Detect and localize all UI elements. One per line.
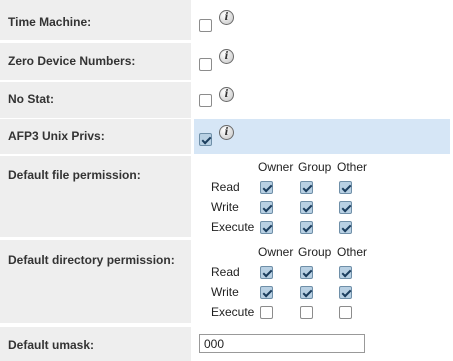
row-zero-device-numbers: Zero Device Numbers: i	[0, 43, 453, 80]
dir-other-execute-checkbox[interactable]	[339, 306, 352, 319]
row-afp3-unix-privs: AFP3 Unix Privs: i	[0, 119, 453, 154]
write-label: Write	[211, 285, 239, 299]
default-umask-label: Default umask:	[0, 327, 191, 361]
read-label: Read	[211, 180, 240, 194]
file-owner-write-checkbox[interactable]	[260, 201, 273, 214]
file-owner-read-checkbox[interactable]	[260, 181, 273, 194]
file-group-write-checkbox[interactable]	[300, 201, 313, 214]
no-stat-checkbox[interactable]	[199, 94, 212, 107]
time-machine-checkbox[interactable]	[199, 19, 212, 32]
row-default-file-permission: Default file permission: Owner Group Oth…	[0, 156, 453, 237]
file-group-read-checkbox[interactable]	[300, 181, 313, 194]
time-machine-label: Time Machine:	[0, 0, 191, 40]
file-other-execute-checkbox[interactable]	[339, 221, 352, 234]
file-other-read-checkbox[interactable]	[339, 181, 352, 194]
default-directory-permission-label: Default directory permission:	[0, 240, 191, 323]
other-header: Other	[337, 245, 368, 259]
dir-owner-write-checkbox[interactable]	[260, 286, 273, 299]
zero-device-numbers-label: Zero Device Numbers:	[0, 43, 191, 80]
default-umask-input[interactable]	[199, 334, 365, 353]
dir-group-read-checkbox[interactable]	[300, 266, 313, 279]
row-time-machine: Time Machine: i	[0, 0, 453, 40]
read-label: Read	[211, 265, 240, 279]
other-header: Other	[337, 160, 368, 174]
info-icon[interactable]: i	[219, 10, 234, 25]
dir-other-read-checkbox[interactable]	[339, 266, 352, 279]
highlighted-row: i	[194, 119, 450, 154]
file-owner-execute-checkbox[interactable]	[260, 221, 273, 234]
afp3-unix-privs-label: AFP3 Unix Privs:	[0, 119, 191, 154]
file-other-write-checkbox[interactable]	[339, 201, 352, 214]
no-stat-label: No Stat:	[0, 82, 191, 118]
info-icon[interactable]: i	[219, 125, 234, 140]
zero-device-numbers-checkbox[interactable]	[199, 58, 212, 71]
owner-header: Owner	[258, 160, 294, 174]
group-header: Group	[298, 160, 332, 174]
file-group-execute-checkbox[interactable]	[300, 221, 313, 234]
dir-owner-read-checkbox[interactable]	[260, 266, 273, 279]
info-icon[interactable]: i	[219, 87, 234, 102]
execute-label: Execute	[211, 220, 255, 234]
group-header: Group	[298, 245, 332, 259]
info-icon[interactable]: i	[219, 49, 234, 64]
default-file-permission-label: Default file permission:	[0, 156, 191, 237]
dir-owner-execute-checkbox[interactable]	[260, 306, 273, 319]
row-default-directory-permission: Default directory permission: Owner Grou…	[0, 240, 453, 323]
owner-header: Owner	[258, 245, 294, 259]
afp3-unix-privs-checkbox[interactable]	[199, 133, 212, 146]
dir-group-write-checkbox[interactable]	[300, 286, 313, 299]
dir-group-execute-checkbox[interactable]	[300, 306, 313, 319]
execute-label: Execute	[211, 305, 255, 319]
dir-other-write-checkbox[interactable]	[339, 286, 352, 299]
write-label: Write	[211, 200, 239, 214]
row-no-stat: No Stat: i	[0, 82, 453, 118]
